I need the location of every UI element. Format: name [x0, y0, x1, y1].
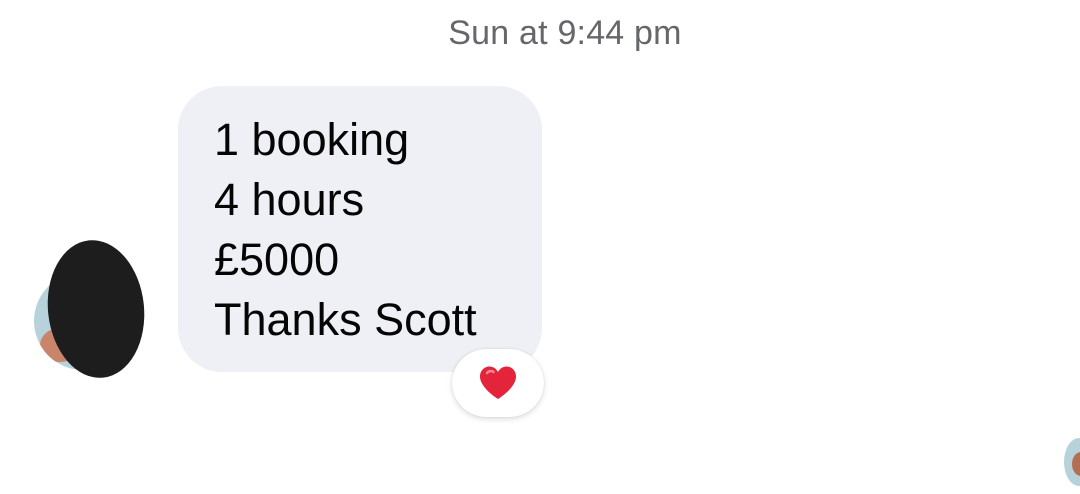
message-timestamp: Sun at 9:44 pm — [448, 14, 682, 52]
seen-avatar-face — [1072, 452, 1080, 476]
chat-thread: Sun at 9:44 pm 1 booking 4 hours £5000 T… — [0, 0, 1080, 494]
message-bubble[interactable]: 1 booking 4 hours £5000 Thanks Scott — [178, 86, 542, 372]
message-line: 4 hours — [214, 174, 365, 225]
seen-avatar-icon — [1064, 438, 1080, 486]
message-line: £5000 — [214, 234, 340, 285]
reaction-badge[interactable] — [452, 349, 544, 417]
heart-icon — [480, 366, 516, 399]
message-line: 1 booking — [214, 114, 410, 165]
message-line: Thanks Scott — [214, 294, 477, 345]
